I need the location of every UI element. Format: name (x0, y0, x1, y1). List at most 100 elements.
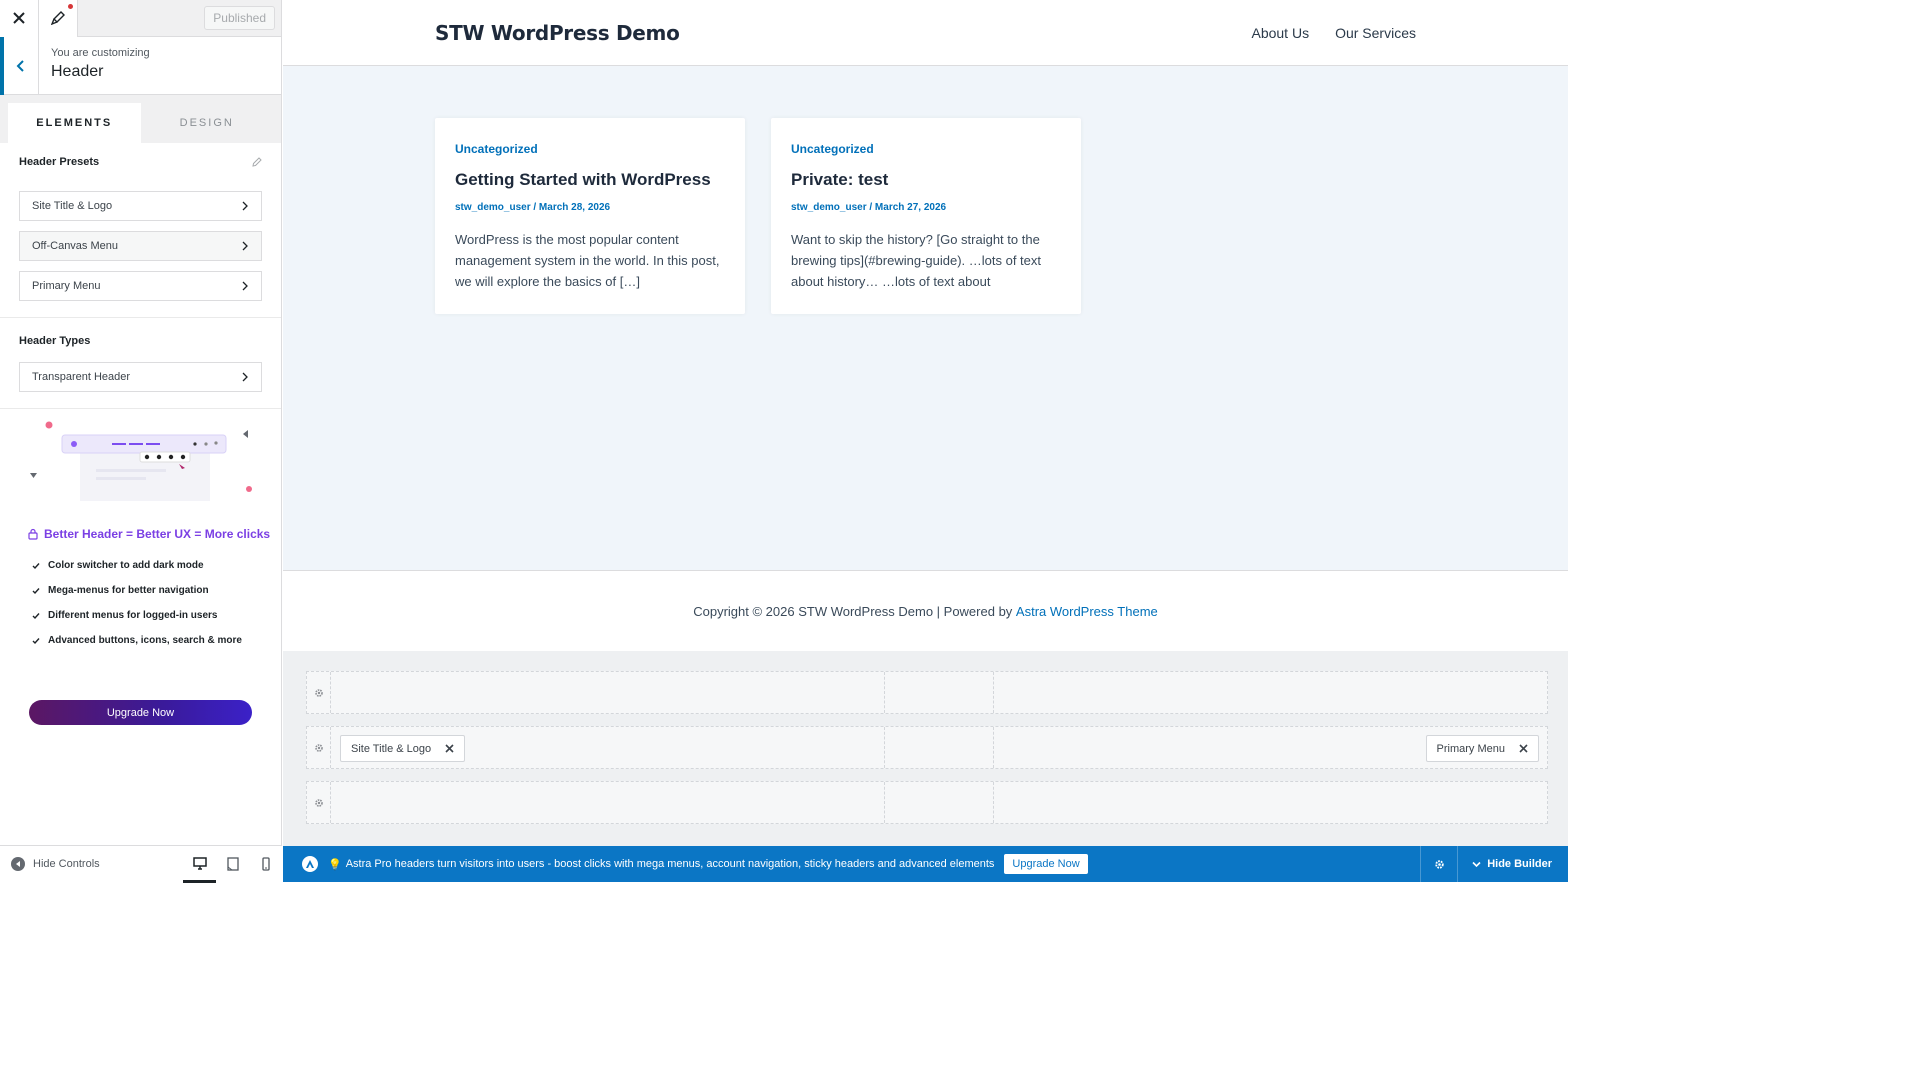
row-settings-button[interactable] (307, 672, 331, 713)
check-icon (32, 637, 40, 644)
feature-text: Advanced buttons, icons, search & more (48, 635, 242, 646)
brush-icon (51, 11, 65, 25)
feature-item: Color switcher to add dark mode (32, 553, 281, 578)
bar-upgrade-button[interactable]: Upgrade Now (1004, 854, 1088, 874)
close-icon (13, 12, 25, 24)
builder-settings-button[interactable] (1420, 846, 1457, 882)
preset-label: Off-Canvas Menu (32, 240, 119, 252)
builder-row-primary: Site Title & Logo Primary Menu (306, 726, 1548, 769)
section-title: Header (51, 63, 104, 80)
hide-builder-label: Hide Builder (1487, 858, 1552, 870)
feature-item: Advanced buttons, icons, search & more (32, 628, 281, 653)
zone-left[interactable] (331, 672, 885, 713)
desktop-icon (192, 856, 207, 870)
post-card: Uncategorized Getting Started with WordP… (435, 118, 745, 314)
gear-icon (314, 798, 323, 807)
preset-label: Site Title & Logo (32, 200, 113, 212)
preset-off-canvas-menu[interactable]: Off-Canvas Menu (19, 231, 262, 261)
site-title[interactable]: STW WordPress Demo (435, 21, 680, 45)
mobile-preview-button[interactable] (249, 846, 282, 883)
promo-title: Better Header = Better UX = More clicks (28, 527, 281, 541)
promo-features: Color switcher to add dark mode Mega-men… (32, 553, 281, 653)
row-settings-button[interactable] (307, 782, 331, 823)
header-builder: Site Title & Logo Primary Menu (283, 651, 1568, 846)
post-category[interactable]: Uncategorized (791, 142, 1061, 156)
customizer-panel: Published You are customizing Header ELE… (0, 0, 282, 883)
row-settings-button[interactable] (307, 727, 331, 768)
post-excerpt: WordPress is the most popular content ma… (455, 232, 720, 289)
post-title[interactable]: Getting Started with WordPress (455, 170, 725, 190)
promo-message: 💡 Astra Pro headers turn visitors into u… (328, 858, 994, 871)
tab-elements[interactable]: ELEMENTS (8, 103, 141, 143)
zone-center[interactable] (885, 727, 994, 768)
check-icon (32, 612, 40, 619)
zone-right[interactable] (994, 672, 1547, 713)
builder-bottom-bar: 💡 Astra Pro headers turn visitors into u… (283, 846, 1568, 882)
gear-icon (1435, 859, 1444, 869)
nav-our-services[interactable]: Our Services (1335, 25, 1416, 41)
zone-right[interactable]: Primary Menu (994, 727, 1547, 768)
hide-controls-button[interactable]: Hide Controls (11, 857, 100, 871)
tablet-icon (226, 857, 239, 871)
promo-illustration (0, 409, 281, 519)
zone-center[interactable] (885, 782, 994, 823)
theme-link[interactable]: Astra WordPress Theme (1016, 604, 1158, 619)
chevron-left-icon (16, 60, 24, 72)
promo-title-text: Better Header = Better UX = More clicks (44, 527, 271, 541)
chevron-right-icon (242, 372, 248, 382)
upgrade-now-button[interactable]: Upgrade Now (29, 700, 252, 725)
builder-item-site-title-logo[interactable]: Site Title & Logo (340, 735, 466, 762)
post-meta[interactable]: stw_demo_user / March 28, 2026 (455, 202, 725, 213)
chevron-right-icon (242, 201, 248, 211)
remove-icon[interactable] (1519, 744, 1528, 753)
feature-text: Mega-menus for better navigation (48, 585, 209, 596)
desktop-preview-button[interactable] (183, 846, 216, 883)
chevron-down-icon (1472, 861, 1481, 867)
type-label: Transparent Header (32, 371, 131, 383)
zone-center[interactable] (885, 672, 994, 713)
gear-icon (314, 743, 323, 752)
builder-item-primary-menu[interactable]: Primary Menu (1425, 735, 1539, 762)
hide-builder-button[interactable]: Hide Builder (1457, 846, 1568, 882)
astra-logo-icon (302, 856, 318, 872)
header-types-title: Header Types (19, 335, 91, 347)
customize-tools-button[interactable] (39, 0, 78, 37)
panel-footer: Hide Controls (0, 845, 282, 883)
published-button[interactable]: Published (204, 6, 275, 30)
preset-primary-menu[interactable]: Primary Menu (19, 271, 262, 301)
lightbulb-icon: 💡 (328, 858, 342, 871)
primary-nav: About Us Our Services (1251, 25, 1416, 41)
post-category[interactable]: Uncategorized (455, 142, 725, 156)
panel-tabs: ELEMENTS DESIGN (0, 95, 281, 143)
header-presets-title: Header Presets (19, 156, 100, 168)
customizing-label: You are customizing (51, 47, 150, 59)
feature-text: Color switcher to add dark mode (48, 560, 204, 571)
type-transparent-header[interactable]: Transparent Header (19, 362, 262, 392)
close-button[interactable] (0, 0, 39, 37)
tablet-preview-button[interactable] (216, 846, 249, 883)
post-title[interactable]: Private: test (791, 170, 1061, 190)
site-preview: STW WordPress Demo About Us Our Services… (283, 0, 1568, 651)
site-footer: Copyright © 2026 STW WordPress Demo | Po… (283, 570, 1568, 651)
check-icon (32, 562, 40, 569)
builder-item-label: Site Title & Logo (351, 742, 432, 755)
zone-right[interactable] (994, 782, 1547, 823)
preset-site-title-logo[interactable]: Site Title & Logo (19, 191, 262, 221)
tab-design[interactable]: DESIGN (141, 103, 274, 143)
back-button[interactable] (0, 37, 39, 95)
post-excerpt: Want to skip the history? [Go straight t… (791, 232, 1042, 289)
promo-message-text: Astra Pro headers turn visitors into use… (345, 858, 995, 870)
feature-item: Mega-menus for better navigation (32, 578, 281, 603)
post-card: Uncategorized Private: test stw_demo_use… (771, 118, 1081, 314)
header-presets-group: Header Presets Site Title & Logo Off-Can… (0, 143, 281, 318)
builder-row-below (306, 781, 1548, 824)
nav-about-us[interactable]: About Us (1251, 25, 1309, 41)
hide-controls-label: Hide Controls (33, 858, 100, 870)
zone-left[interactable] (331, 782, 885, 823)
remove-icon[interactable] (445, 744, 454, 753)
edit-icon[interactable] (252, 157, 262, 167)
collapse-icon (11, 857, 25, 871)
zone-left[interactable]: Site Title & Logo (331, 727, 885, 768)
post-meta[interactable]: stw_demo_user / March 27, 2026 (791, 202, 1061, 213)
notification-dot (68, 3, 73, 9)
